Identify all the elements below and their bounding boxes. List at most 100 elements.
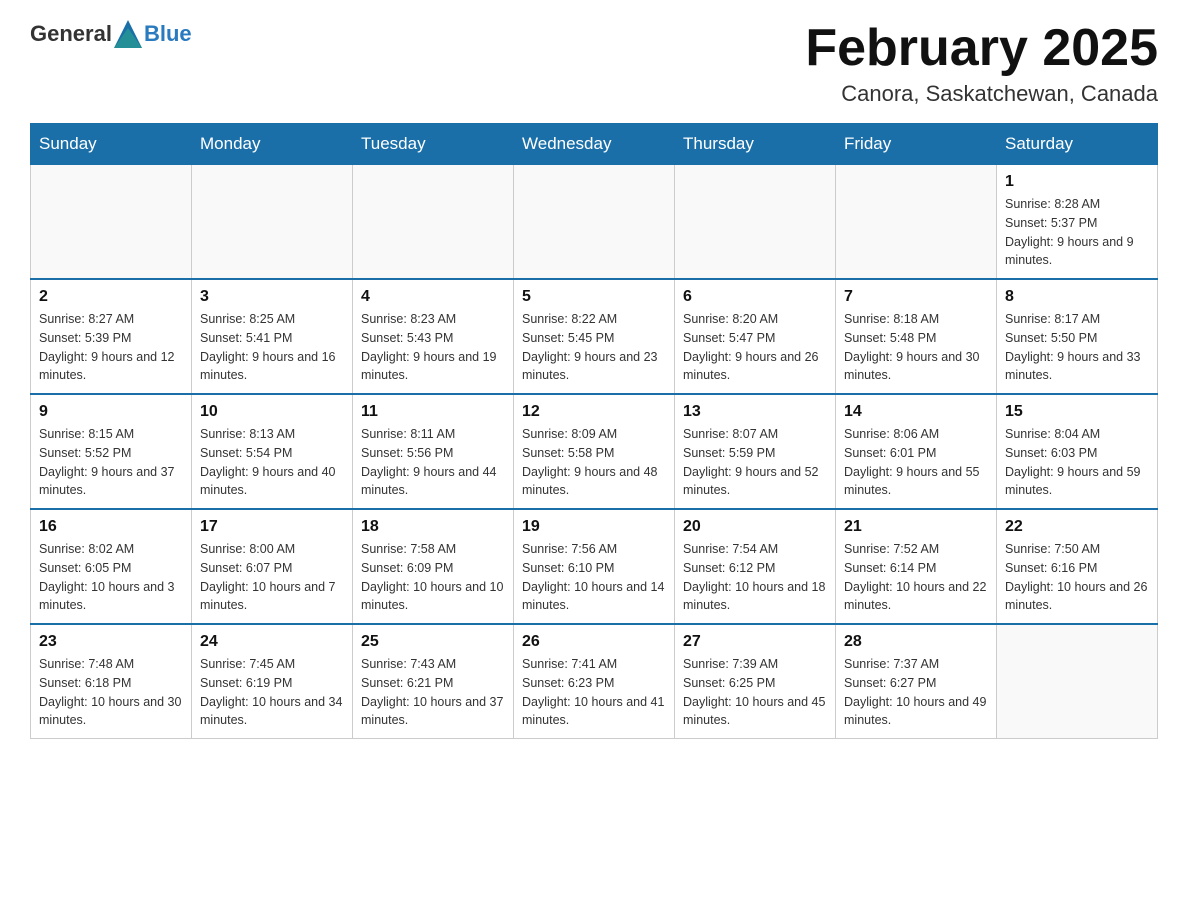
calendar-cell: 27 Sunrise: 7:39 AM Sunset: 6:25 PM Dayli… bbox=[675, 624, 836, 739]
day-number: 25 bbox=[361, 633, 505, 651]
calendar-cell: 18 Sunrise: 7:58 AM Sunset: 6:09 PM Dayli… bbox=[353, 509, 514, 624]
day-of-week-header: Tuesday bbox=[353, 124, 514, 165]
day-info: Sunrise: 8:23 AM Sunset: 5:43 PM Dayligh… bbox=[361, 310, 505, 385]
calendar-cell: 11Sunrise: 8:11 AM Sunset: 5:56 PM Dayli… bbox=[353, 394, 514, 509]
day-of-week-header: Friday bbox=[836, 124, 997, 165]
month-title: February 2025 bbox=[805, 20, 1158, 77]
day-number: 27 bbox=[683, 633, 827, 651]
day-info: Sunrise: 7:52 AM Sunset: 6:14 PM Dayligh… bbox=[844, 540, 988, 615]
calendar-cell: 17 Sunrise: 8:00 AM Sunset: 6:07 PM Dayli… bbox=[192, 509, 353, 624]
day-info: Sunrise: 8:02 AM Sunset: 6:05 PM Dayligh… bbox=[39, 540, 183, 615]
day-info: Sunrise: 7:50 AM Sunset: 6:16 PM Dayligh… bbox=[1005, 540, 1149, 615]
day-number: 11 bbox=[361, 403, 505, 421]
calendar-cell: 23 Sunrise: 7:48 AM Sunset: 6:18 PM Dayli… bbox=[31, 624, 192, 739]
page-header: General Blue February 2025 Canora, Saska… bbox=[30, 20, 1158, 107]
day-number: 14 bbox=[844, 403, 988, 421]
calendar-cell: 10 Sunrise: 8:13 AM Sunset: 5:54 PM Dayli… bbox=[192, 394, 353, 509]
day-number: 7 bbox=[844, 288, 988, 306]
calendar-cell: 5 Sunrise: 8:22 AM Sunset: 5:45 PM Daylig… bbox=[514, 279, 675, 394]
day-info: Sunrise: 8:18 AM Sunset: 5:48 PM Dayligh… bbox=[844, 310, 988, 385]
calendar-week-row: 16 Sunrise: 8:02 AM Sunset: 6:05 PM Dayli… bbox=[31, 509, 1158, 624]
day-info: Sunrise: 7:54 AM Sunset: 6:12 PM Dayligh… bbox=[683, 540, 827, 615]
day-number: 19 bbox=[522, 518, 666, 536]
calendar-cell: 14 Sunrise: 8:06 AM Sunset: 6:01 PM Dayli… bbox=[836, 394, 997, 509]
day-of-week-header: Wednesday bbox=[514, 124, 675, 165]
day-number: 23 bbox=[39, 633, 183, 651]
day-number: 28 bbox=[844, 633, 988, 651]
calendar-week-row: 1 Sunrise: 8:28 AM Sunset: 5:37 PM Daylig… bbox=[31, 165, 1158, 280]
day-info: Sunrise: 8:17 AM Sunset: 5:50 PM Dayligh… bbox=[1005, 310, 1149, 385]
calendar-week-row: 9Sunrise: 8:15 AM Sunset: 5:52 PM Daylig… bbox=[31, 394, 1158, 509]
day-number: 13 bbox=[683, 403, 827, 421]
calendar-cell bbox=[836, 165, 997, 280]
day-number: 10 bbox=[200, 403, 344, 421]
calendar-cell: 12 Sunrise: 8:09 AM Sunset: 5:58 PM Dayli… bbox=[514, 394, 675, 509]
calendar-cell: 15 Sunrise: 8:04 AM Sunset: 6:03 PM Dayli… bbox=[997, 394, 1158, 509]
calendar-cell: 22Sunrise: 7:50 AM Sunset: 6:16 PM Dayli… bbox=[997, 509, 1158, 624]
day-of-week-header: Saturday bbox=[997, 124, 1158, 165]
calendar-cell: 28 Sunrise: 7:37 AM Sunset: 6:27 PM Dayli… bbox=[836, 624, 997, 739]
day-number: 18 bbox=[361, 518, 505, 536]
calendar-cell: 24 Sunrise: 7:45 AM Sunset: 6:19 PM Dayli… bbox=[192, 624, 353, 739]
day-info: Sunrise: 7:56 AM Sunset: 6:10 PM Dayligh… bbox=[522, 540, 666, 615]
day-info: Sunrise: 8:27 AM Sunset: 5:39 PM Dayligh… bbox=[39, 310, 183, 385]
calendar-cell bbox=[675, 165, 836, 280]
calendar-week-row: 23 Sunrise: 7:48 AM Sunset: 6:18 PM Dayli… bbox=[31, 624, 1158, 739]
calendar-cell: 8Sunrise: 8:17 AM Sunset: 5:50 PM Daylig… bbox=[997, 279, 1158, 394]
calendar-cell: 1 Sunrise: 8:28 AM Sunset: 5:37 PM Daylig… bbox=[997, 165, 1158, 280]
calendar-cell bbox=[31, 165, 192, 280]
calendar-cell: 2 Sunrise: 8:27 AM Sunset: 5:39 PM Daylig… bbox=[31, 279, 192, 394]
calendar-cell: 19 Sunrise: 7:56 AM Sunset: 6:10 PM Dayli… bbox=[514, 509, 675, 624]
location-subtitle: Canora, Saskatchewan, Canada bbox=[805, 81, 1158, 107]
day-info: Sunrise: 7:48 AM Sunset: 6:18 PM Dayligh… bbox=[39, 655, 183, 730]
calendar-cell: 26Sunrise: 7:41 AM Sunset: 6:23 PM Dayli… bbox=[514, 624, 675, 739]
calendar-cell: 16 Sunrise: 8:02 AM Sunset: 6:05 PM Dayli… bbox=[31, 509, 192, 624]
calendar-week-row: 2 Sunrise: 8:27 AM Sunset: 5:39 PM Daylig… bbox=[31, 279, 1158, 394]
logo-blue-text: Blue bbox=[144, 21, 192, 47]
day-number: 16 bbox=[39, 518, 183, 536]
calendar-cell bbox=[514, 165, 675, 280]
title-block: February 2025 Canora, Saskatchewan, Cana… bbox=[805, 20, 1158, 107]
day-number: 24 bbox=[200, 633, 344, 651]
day-info: Sunrise: 8:13 AM Sunset: 5:54 PM Dayligh… bbox=[200, 425, 344, 500]
calendar-cell: 13 Sunrise: 8:07 AM Sunset: 5:59 PM Dayli… bbox=[675, 394, 836, 509]
day-info: Sunrise: 8:28 AM Sunset: 5:37 PM Dayligh… bbox=[1005, 195, 1149, 270]
logo-general-text: General bbox=[30, 21, 112, 47]
day-info: Sunrise: 7:58 AM Sunset: 6:09 PM Dayligh… bbox=[361, 540, 505, 615]
day-info: Sunrise: 8:07 AM Sunset: 5:59 PM Dayligh… bbox=[683, 425, 827, 500]
calendar-table: SundayMondayTuesdayWednesdayThursdayFrid… bbox=[30, 123, 1158, 739]
day-info: Sunrise: 8:04 AM Sunset: 6:03 PM Dayligh… bbox=[1005, 425, 1149, 500]
day-info: Sunrise: 8:09 AM Sunset: 5:58 PM Dayligh… bbox=[522, 425, 666, 500]
day-info: Sunrise: 8:00 AM Sunset: 6:07 PM Dayligh… bbox=[200, 540, 344, 615]
day-number: 20 bbox=[683, 518, 827, 536]
day-info: Sunrise: 8:20 AM Sunset: 5:47 PM Dayligh… bbox=[683, 310, 827, 385]
calendar-cell: 21Sunrise: 7:52 AM Sunset: 6:14 PM Dayli… bbox=[836, 509, 997, 624]
day-number: 15 bbox=[1005, 403, 1149, 421]
day-info: Sunrise: 7:37 AM Sunset: 6:27 PM Dayligh… bbox=[844, 655, 988, 730]
calendar-cell bbox=[997, 624, 1158, 739]
day-info: Sunrise: 7:43 AM Sunset: 6:21 PM Dayligh… bbox=[361, 655, 505, 730]
day-number: 12 bbox=[522, 403, 666, 421]
day-of-week-header: Thursday bbox=[675, 124, 836, 165]
calendar-cell bbox=[192, 165, 353, 280]
day-number: 3 bbox=[200, 288, 344, 306]
calendar-cell bbox=[353, 165, 514, 280]
day-info: Sunrise: 7:45 AM Sunset: 6:19 PM Dayligh… bbox=[200, 655, 344, 730]
day-info: Sunrise: 8:25 AM Sunset: 5:41 PM Dayligh… bbox=[200, 310, 344, 385]
day-info: Sunrise: 7:39 AM Sunset: 6:25 PM Dayligh… bbox=[683, 655, 827, 730]
calendar-cell: 3 Sunrise: 8:25 AM Sunset: 5:41 PM Daylig… bbox=[192, 279, 353, 394]
day-number: 4 bbox=[361, 288, 505, 306]
logo: General Blue bbox=[30, 20, 192, 48]
day-number: 1 bbox=[1005, 173, 1149, 191]
day-of-week-header: Sunday bbox=[31, 124, 192, 165]
day-info: Sunrise: 8:06 AM Sunset: 6:01 PM Dayligh… bbox=[844, 425, 988, 500]
calendar-cell: 7 Sunrise: 8:18 AM Sunset: 5:48 PM Daylig… bbox=[836, 279, 997, 394]
calendar-cell: 25 Sunrise: 7:43 AM Sunset: 6:21 PM Dayli… bbox=[353, 624, 514, 739]
calendar-cell: 6Sunrise: 8:20 AM Sunset: 5:47 PM Daylig… bbox=[675, 279, 836, 394]
day-number: 5 bbox=[522, 288, 666, 306]
day-info: Sunrise: 8:22 AM Sunset: 5:45 PM Dayligh… bbox=[522, 310, 666, 385]
day-number: 2 bbox=[39, 288, 183, 306]
day-info: Sunrise: 7:41 AM Sunset: 6:23 PM Dayligh… bbox=[522, 655, 666, 730]
day-number: 17 bbox=[200, 518, 344, 536]
calendar-cell: 20 Sunrise: 7:54 AM Sunset: 6:12 PM Dayli… bbox=[675, 509, 836, 624]
